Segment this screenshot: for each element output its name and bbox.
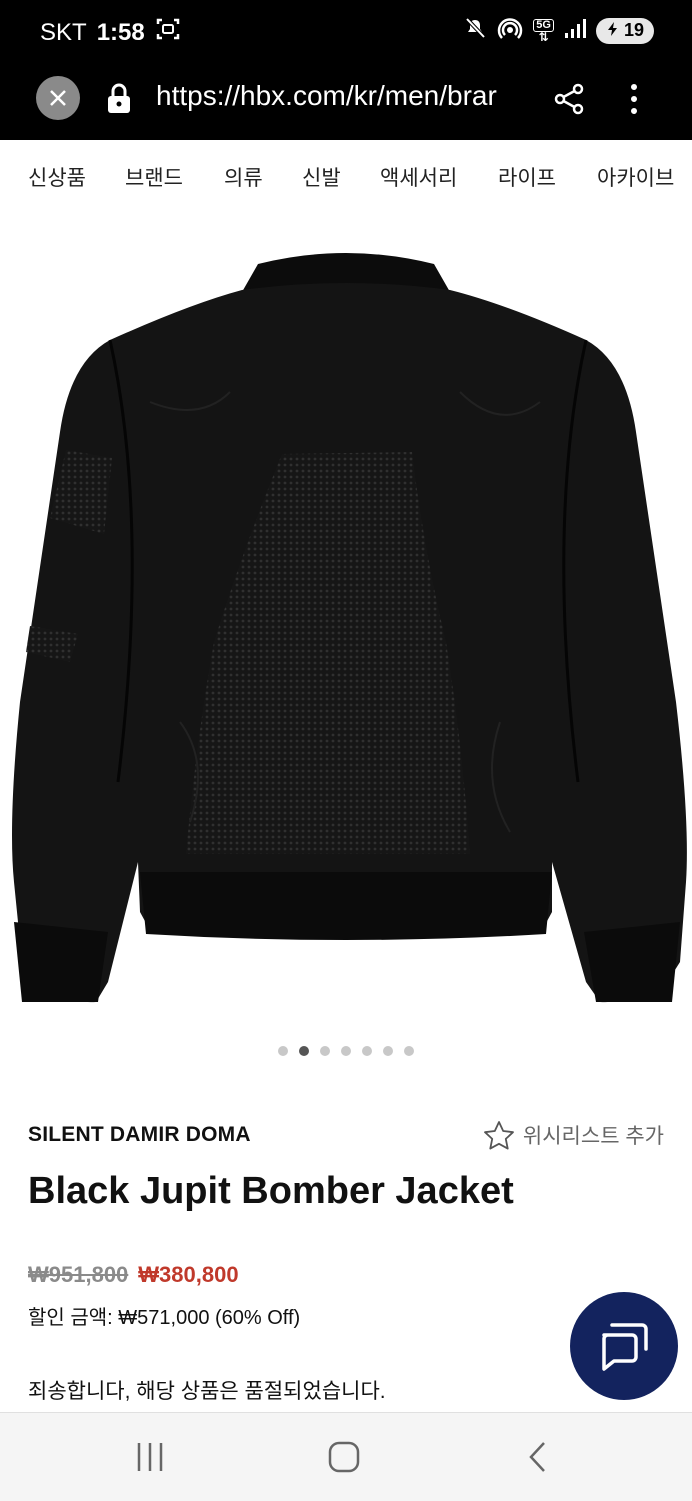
- nav-item-accessories[interactable]: 액세서리: [380, 162, 457, 192]
- original-price: ₩951,800: [28, 1262, 129, 1287]
- lock-icon: [106, 82, 132, 119]
- battery-level: 19: [623, 20, 644, 40]
- carrier-label: SKT: [40, 18, 87, 46]
- gallery-pagination: [0, 1046, 692, 1056]
- gallery-dot-active[interactable]: [299, 1046, 309, 1056]
- sale-price: ₩380,800: [138, 1262, 239, 1287]
- close-icon: [50, 90, 66, 106]
- screenshot-icon: [155, 16, 181, 49]
- nav-item-life[interactable]: 라이프: [498, 162, 556, 192]
- charging-icon: [606, 20, 620, 41]
- wishlist-button[interactable]: 위시리스트 추가: [483, 1120, 664, 1150]
- more-options-button[interactable]: [624, 82, 644, 121]
- home-button[interactable]: [326, 1437, 362, 1482]
- browser-url-bar: https://hbx.com/kr/men/brar: [0, 62, 692, 140]
- status-right: 5G ⇅ 19: [463, 16, 654, 45]
- gallery-dot[interactable]: [341, 1046, 351, 1056]
- status-bar: SKT 1:58 5G ⇅ 19: [0, 0, 692, 62]
- home-icon: [328, 1441, 360, 1473]
- recent-apps-button[interactable]: [134, 1437, 166, 1482]
- share-button[interactable]: [552, 82, 586, 121]
- product-title: Black Jupit Bomber Jacket: [28, 1170, 514, 1212]
- product-image[interactable]: [0, 222, 692, 1028]
- discount-amount: 할인 금액: ₩571,000 (60% Off): [28, 1307, 301, 1329]
- category-nav: 신상품 브랜드 의류 신발 액세서리 라이프 아카이브: [0, 140, 692, 223]
- nav-item-new[interactable]: 신상품: [28, 162, 86, 192]
- more-vertical-icon: [631, 84, 637, 114]
- hotspot-icon: [497, 16, 523, 45]
- share-icon: [554, 83, 584, 115]
- price-row: ₩951,800 ₩380,800: [28, 1262, 239, 1288]
- product-brand[interactable]: SILENT DAMIR DOMA: [28, 1123, 251, 1147]
- gallery-dot[interactable]: [278, 1046, 288, 1056]
- back-button[interactable]: [524, 1437, 552, 1482]
- chat-button[interactable]: [570, 1292, 678, 1400]
- jacket-illustration: [12, 253, 687, 1003]
- battery-indicator: 19: [595, 17, 654, 44]
- network-5g-icon: 5G ⇅: [533, 18, 554, 43]
- nav-item-shoes[interactable]: 신발: [302, 162, 341, 192]
- close-tab-button[interactable]: [36, 76, 80, 120]
- clock: 1:58: [96, 18, 145, 46]
- gallery-dot[interactable]: [383, 1046, 393, 1056]
- gallery-dot[interactable]: [320, 1046, 330, 1056]
- status-left: SKT 1:58: [40, 16, 181, 49]
- gallery-dot[interactable]: [404, 1046, 414, 1056]
- back-icon: [529, 1442, 545, 1472]
- mute-icon: [463, 16, 487, 45]
- url-field[interactable]: https://hbx.com/kr/men/brar: [156, 80, 528, 112]
- sold-out-message: 죄송합니다, 해당 상품은 품절되었습니다.: [28, 1380, 386, 1403]
- star-icon: [484, 1121, 514, 1150]
- recent-apps-icon: [137, 1443, 163, 1471]
- system-nav-bar: [0, 1412, 692, 1501]
- nav-item-clothing[interactable]: 의류: [224, 162, 263, 192]
- gallery-dot[interactable]: [362, 1046, 372, 1056]
- nav-item-brands[interactable]: 브랜드: [125, 162, 183, 192]
- nav-item-archive[interactable]: 아카이브: [597, 162, 674, 192]
- signal-icon: [564, 17, 586, 44]
- wishlist-label: 위시리스트 추가: [522, 1125, 664, 1148]
- chat-icon: [602, 1323, 648, 1371]
